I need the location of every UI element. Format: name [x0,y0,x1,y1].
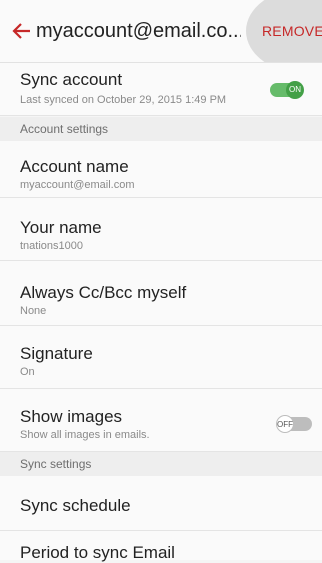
page-title: myaccount@email.co... [36,20,241,42]
account-name-value: myaccount@email.com [20,179,135,191]
section-sync-settings: Sync settings [0,452,322,476]
your-name-title: Your name [20,218,102,237]
sync-account-toggle[interactable]: ON [270,81,304,99]
account-name-row[interactable]: Account name myaccount@email.com [0,141,322,198]
show-images-toggle-knob: OFF [276,415,294,433]
always-cc-bcc-value: None [20,305,47,317]
section-account-settings: Account settings [0,117,322,141]
back-button[interactable] [10,19,34,43]
your-name-row[interactable]: Your name tnations1000 [0,198,322,261]
back-arrow-icon [12,23,30,39]
period-sync-row[interactable]: Period to sync Email [0,531,322,562]
sync-toggle-knob: ON [286,81,304,99]
show-images-row[interactable]: Show images Show all images in emails. O… [0,389,322,452]
always-cc-bcc-row[interactable]: Always Cc/Bcc myself None [0,261,322,326]
signature-row[interactable]: Signature On [0,326,322,389]
account-name-title: Account name [20,157,129,176]
remove-label: REMOVE [262,23,322,39]
sync-schedule-row[interactable]: Sync schedule [0,476,322,531]
section-sync-settings-label: Sync settings [20,457,92,471]
show-images-title: Show images [20,407,123,426]
sync-account-row[interactable]: Sync account Last synced on October 29, … [0,63,322,116]
signature-title: Signature [20,344,93,363]
your-name-value: tnations1000 [20,240,83,252]
sync-account-title: Sync account [20,70,123,89]
always-cc-bcc-title: Always Cc/Bcc myself [20,283,187,302]
signature-value: On [20,366,35,378]
period-sync-title: Period to sync Email [20,543,175,562]
sync-account-subtitle: Last synced on October 29, 2015 1:49 PM [20,94,227,106]
app-header: myaccount@email.co... REMOVE [0,0,322,63]
section-account-settings-label: Account settings [20,122,109,136]
show-images-toggle[interactable]: OFF [276,415,312,433]
remove-button[interactable]: REMOVE [246,0,322,62]
sync-schedule-title: Sync schedule [20,496,131,515]
show-images-subtitle: Show all images in emails. [20,429,150,441]
